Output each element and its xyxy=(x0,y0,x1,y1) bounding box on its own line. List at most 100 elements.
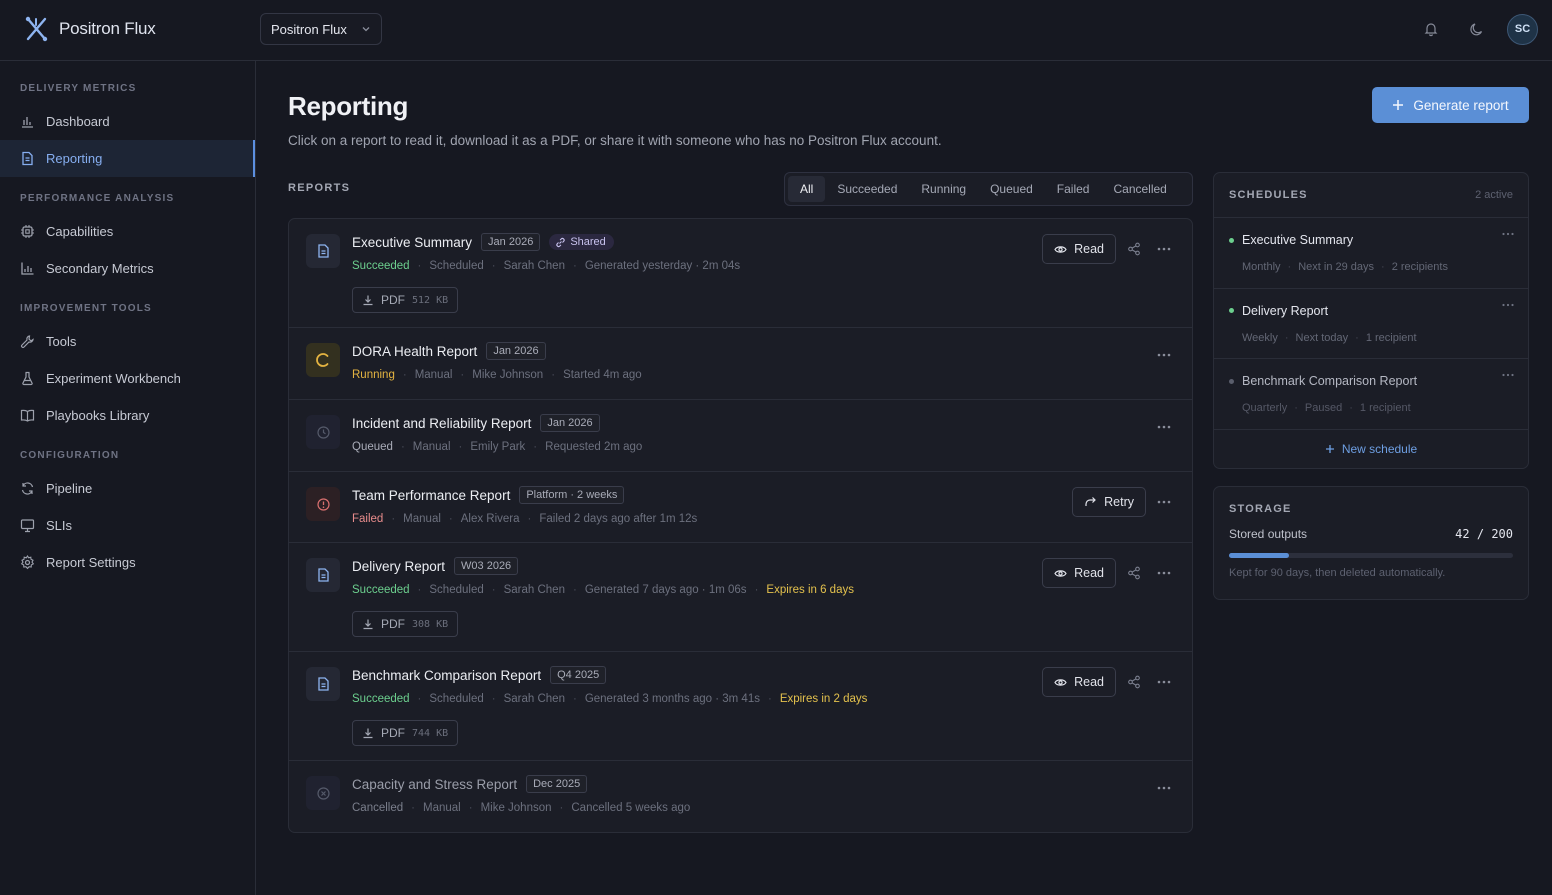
more-options-button[interactable] xyxy=(1152,490,1176,514)
share-button[interactable] xyxy=(1122,237,1146,261)
status-filter-tabs: All Succeeded Running Queued Failed Canc… xyxy=(784,172,1193,206)
report-owner: Sarah Chen xyxy=(503,693,565,705)
link-icon xyxy=(556,237,565,247)
new-schedule-button[interactable]: New schedule xyxy=(1214,430,1528,468)
schedule-item-delivery-report[interactable]: Delivery Report Weekly · Next today · 1 reci… xyxy=(1214,289,1528,359)
report-detail: Generated 7 days ago · 1m 06s xyxy=(584,584,747,596)
more-options-button[interactable] xyxy=(1152,237,1176,261)
report-name: Delivery Report xyxy=(352,558,446,574)
pdf-label: PDF xyxy=(381,726,405,740)
report-detail: Failed 2 days ago after 1m 12s xyxy=(539,513,698,525)
sidebar-item-slis[interactable]: SLIs xyxy=(0,507,255,544)
report-type: Scheduled xyxy=(429,693,484,705)
schedule-more-button[interactable] xyxy=(1502,232,1514,236)
sidebar-item-capabilities[interactable]: Capabilities xyxy=(0,213,255,250)
sidebar-item-tools[interactable]: Tools xyxy=(0,323,255,360)
read-button[interactable]: Read xyxy=(1042,667,1116,697)
new-schedule-label: New schedule xyxy=(1341,441,1418,456)
report-period-tag: Dec 2025 xyxy=(526,775,588,793)
sidebar-item-pipeline[interactable]: Pipeline xyxy=(0,470,255,507)
project-selector-label: Positron Flux xyxy=(271,21,347,37)
filter-all[interactable]: All xyxy=(788,176,826,202)
more-options-button[interactable] xyxy=(1152,561,1176,585)
more-options-button[interactable] xyxy=(1152,415,1176,439)
more-options-button[interactable] xyxy=(1152,670,1176,694)
sidebar-item-label: Dashboard xyxy=(46,114,110,129)
sidebar-section-delivery-metrics: DELIVERY METRICS xyxy=(20,83,137,94)
redo-icon xyxy=(1085,496,1096,506)
schedule-item-executive-summary[interactable]: Executive Summary Monthly · Next in 29 day… xyxy=(1214,218,1528,289)
download-pdf-button[interactable]: PDF 308 KB xyxy=(352,611,459,637)
report-row-dora-health[interactable]: DORA Health Report Jan 2026 Running · Man… xyxy=(289,328,1192,400)
share-button[interactable] xyxy=(1122,670,1146,694)
schedule-frequency: Monthly xyxy=(1242,261,1281,273)
bell-icon xyxy=(1424,23,1438,37)
report-owner: Sarah Chen xyxy=(503,584,565,596)
reports-section-label: REPORTS xyxy=(288,182,351,194)
notifications-button[interactable] xyxy=(1415,13,1447,45)
sidebar-item-playbooks-library[interactable]: Playbooks Library xyxy=(0,397,255,434)
eye-icon xyxy=(1054,678,1067,686)
app-logo[interactable]: Positron Flux xyxy=(24,16,156,42)
download-icon xyxy=(363,295,373,306)
schedule-more-button[interactable] xyxy=(1502,303,1514,307)
report-row-executive-summary[interactable]: Executive Summary Jan 2026 Shared Succee… xyxy=(289,219,1192,328)
schedule-more-button[interactable] xyxy=(1502,373,1514,377)
report-row-delivery[interactable]: Delivery Report W03 2026 Succeeded · Sche… xyxy=(289,543,1192,652)
avatar[interactable]: SC xyxy=(1507,13,1538,45)
eye-icon xyxy=(1054,569,1067,577)
schedule-name: Executive Summary xyxy=(1242,233,1354,247)
report-row-capacity-stress[interactable]: Capacity and Stress Report Dec 2025 Canc… xyxy=(289,761,1192,832)
generate-report-button[interactable]: Generate report xyxy=(1372,87,1529,123)
more-options-button[interactable] xyxy=(1152,343,1176,367)
filter-running[interactable]: Running xyxy=(909,176,978,202)
ellipsis-icon xyxy=(1157,500,1171,504)
report-row-benchmark-comparison[interactable]: Benchmark Comparison Report Q4 2025 Succ… xyxy=(289,652,1192,761)
report-detail: Cancelled 5 weeks ago xyxy=(571,802,691,814)
filter-succeeded[interactable]: Succeeded xyxy=(825,176,909,202)
sidebar-item-secondary-metrics[interactable]: Secondary Metrics xyxy=(0,250,255,287)
download-pdf-button[interactable]: PDF 512 KB xyxy=(352,287,459,313)
project-selector[interactable]: Positron Flux xyxy=(260,13,382,45)
sidebar-item-dashboard[interactable]: Dashboard xyxy=(0,103,255,140)
more-options-button[interactable] xyxy=(1152,776,1176,800)
read-button[interactable]: Read xyxy=(1042,234,1116,264)
retry-label: Retry xyxy=(1104,495,1134,509)
sidebar-item-report-settings[interactable]: Report Settings xyxy=(0,544,255,581)
filter-failed[interactable]: Failed xyxy=(1045,176,1102,202)
alert-circle-icon xyxy=(306,487,340,521)
share-button[interactable] xyxy=(1122,561,1146,585)
sidebar-item-label: Pipeline xyxy=(46,481,93,496)
filter-queued[interactable]: Queued xyxy=(978,176,1045,202)
storage-used: 42 xyxy=(1455,527,1470,541)
ellipsis-icon xyxy=(1157,680,1171,684)
storage-note: Kept for 90 days, then deleted automatic… xyxy=(1229,567,1446,579)
filter-cancelled[interactable]: Cancelled xyxy=(1101,176,1178,202)
sidebar-item-reporting[interactable]: Reporting xyxy=(0,140,255,177)
sidebar-section-performance-analysis: PERFORMANCE ANALYSIS xyxy=(20,193,175,204)
ellipsis-icon xyxy=(1502,303,1514,306)
read-label: Read xyxy=(1074,675,1104,689)
schedule-recipients: 1 recipient xyxy=(1359,402,1411,414)
ellipsis-icon xyxy=(1502,232,1514,236)
sidebar-item-experiment-workbench[interactable]: Experiment Workbench xyxy=(0,360,255,397)
eye-icon xyxy=(1054,245,1067,253)
schedule-next: Next in 29 days xyxy=(1298,261,1375,273)
report-row-team-performance[interactable]: Team Performance Report Platform · 2 wee… xyxy=(289,472,1192,543)
sidebar-item-label: SLIs xyxy=(46,518,73,533)
schedule-name: Benchmark Comparison Report xyxy=(1242,374,1418,388)
read-button[interactable]: Read xyxy=(1042,558,1116,588)
schedule-next: Next today xyxy=(1295,331,1349,344)
pdf-label: PDF xyxy=(381,617,405,631)
schedule-item-benchmark-comparison[interactable]: Benchmark Comparison Report Quarterly · Pa… xyxy=(1214,359,1528,430)
theme-toggle-button[interactable] xyxy=(1461,13,1493,45)
retry-button[interactable]: Retry xyxy=(1072,487,1146,517)
report-name: Capacity and Stress Report xyxy=(352,776,518,792)
shared-badge: Shared xyxy=(549,234,614,250)
ellipsis-icon xyxy=(1157,786,1171,790)
sidebar-section-configuration: CONFIGURATION xyxy=(20,450,120,461)
page-subtitle: Click on a report to read it, download i… xyxy=(288,133,942,148)
report-row-incident-reliability[interactable]: Incident and Reliability Report Jan 2026… xyxy=(289,400,1192,472)
schedules-title: SCHEDULES xyxy=(1229,189,1308,201)
download-pdf-button[interactable]: PDF 744 KB xyxy=(352,720,459,746)
